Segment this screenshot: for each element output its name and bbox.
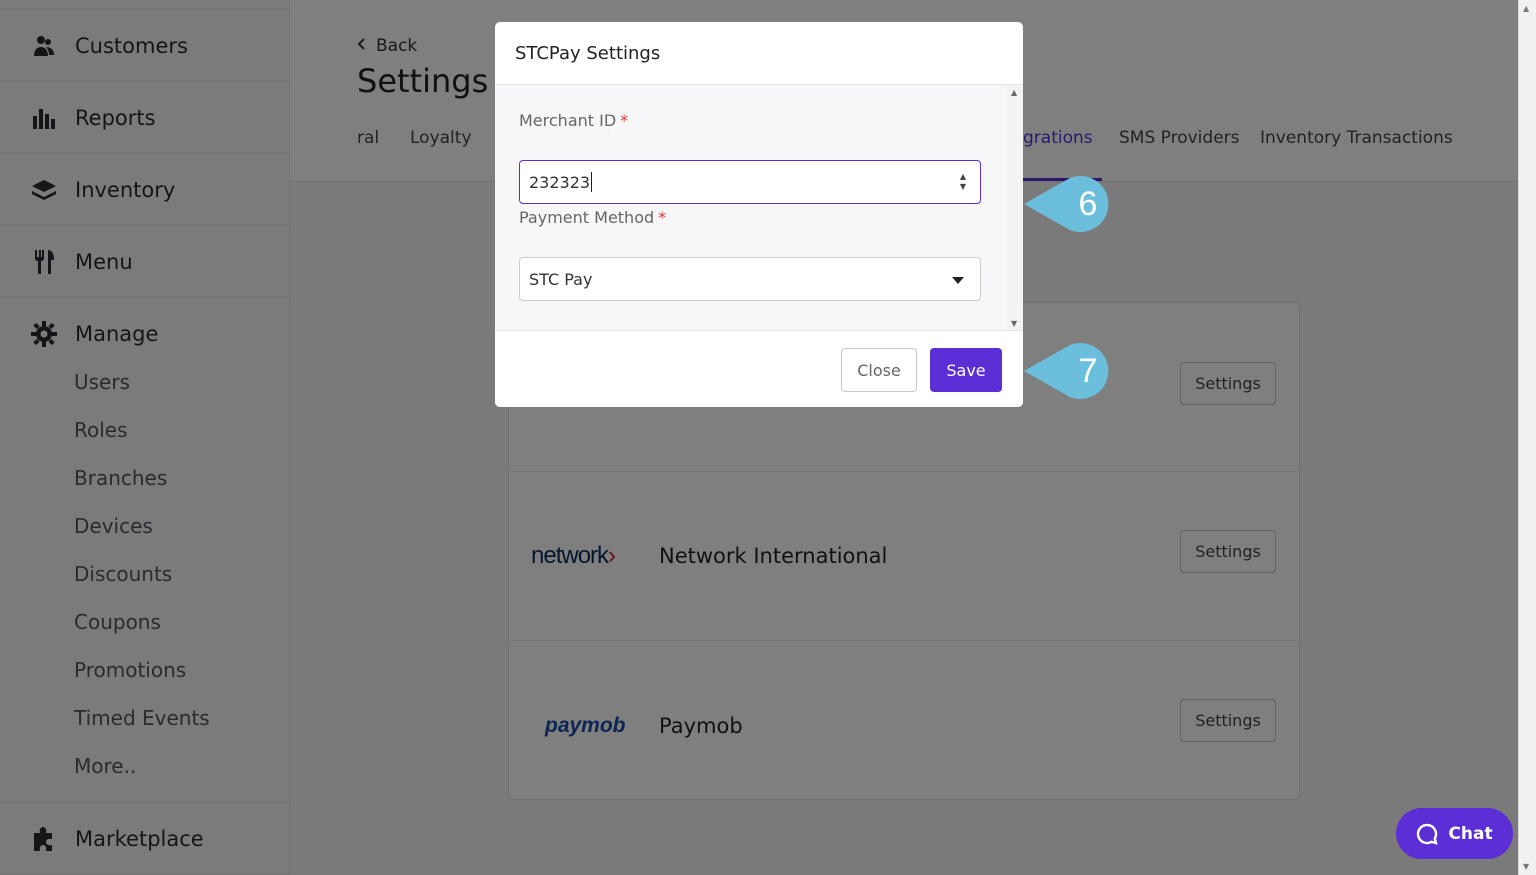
modal-title: STCPay Settings — [495, 22, 1023, 85]
merchant-id-label: Merchant ID * — [519, 111, 628, 130]
callout-number: 7 — [1078, 351, 1098, 390]
step-callout-6: 6 — [1020, 174, 1120, 234]
merchant-id-value: 232323 — [529, 172, 591, 192]
required-mark: * — [620, 111, 629, 130]
payment-method-select[interactable]: STC Pay — [519, 257, 981, 301]
number-stepper[interactable]: ▲ ▼ — [956, 169, 970, 195]
chat-label: Chat — [1448, 823, 1493, 844]
modal-body: 4 Merchant ID * 232323 ▲ ▼ Payment Method *… — [495, 85, 1023, 330]
required-mark: * — [658, 208, 667, 227]
payment-method-value: STC Pay — [529, 269, 593, 289]
payment-method-label-text: Payment Method — [519, 208, 655, 227]
callout-number: 6 — [1078, 184, 1098, 223]
merchant-id-input[interactable]: 232323 ▲ ▼ — [519, 160, 981, 204]
scroll-down-icon[interactable]: ▼ — [1011, 319, 1017, 328]
stepper-up-icon[interactable]: ▲ — [960, 172, 966, 182]
scroll-up-icon[interactable]: ▲ — [1523, 4, 1529, 13]
modal-footer: Close Save — [495, 330, 1023, 407]
save-button[interactable]: Save — [930, 348, 1002, 392]
scroll-down-icon[interactable]: ▼ — [1523, 862, 1529, 871]
chat-button[interactable]: Chat — [1396, 808, 1513, 859]
chat-bubble-icon — [1417, 823, 1439, 845]
page-scrollbar[interactable]: ▲ ▼ — [1518, 0, 1536, 875]
stcpay-settings-modal: STCPay Settings 4 Merchant ID * 232323 ▲ ▼… — [495, 22, 1023, 407]
caret-down-icon — [952, 277, 964, 284]
scroll-up-icon[interactable]: ▲ — [1011, 88, 1017, 97]
merchant-id-label-text: Merchant ID — [519, 111, 617, 130]
payment-method-label: Payment Method * — [519, 208, 666, 227]
step-callout-7: 7 — [1020, 341, 1120, 401]
stepper-down-icon[interactable]: ▼ — [960, 182, 966, 192]
text-caret — [591, 172, 593, 192]
close-button[interactable]: Close — [841, 348, 917, 392]
